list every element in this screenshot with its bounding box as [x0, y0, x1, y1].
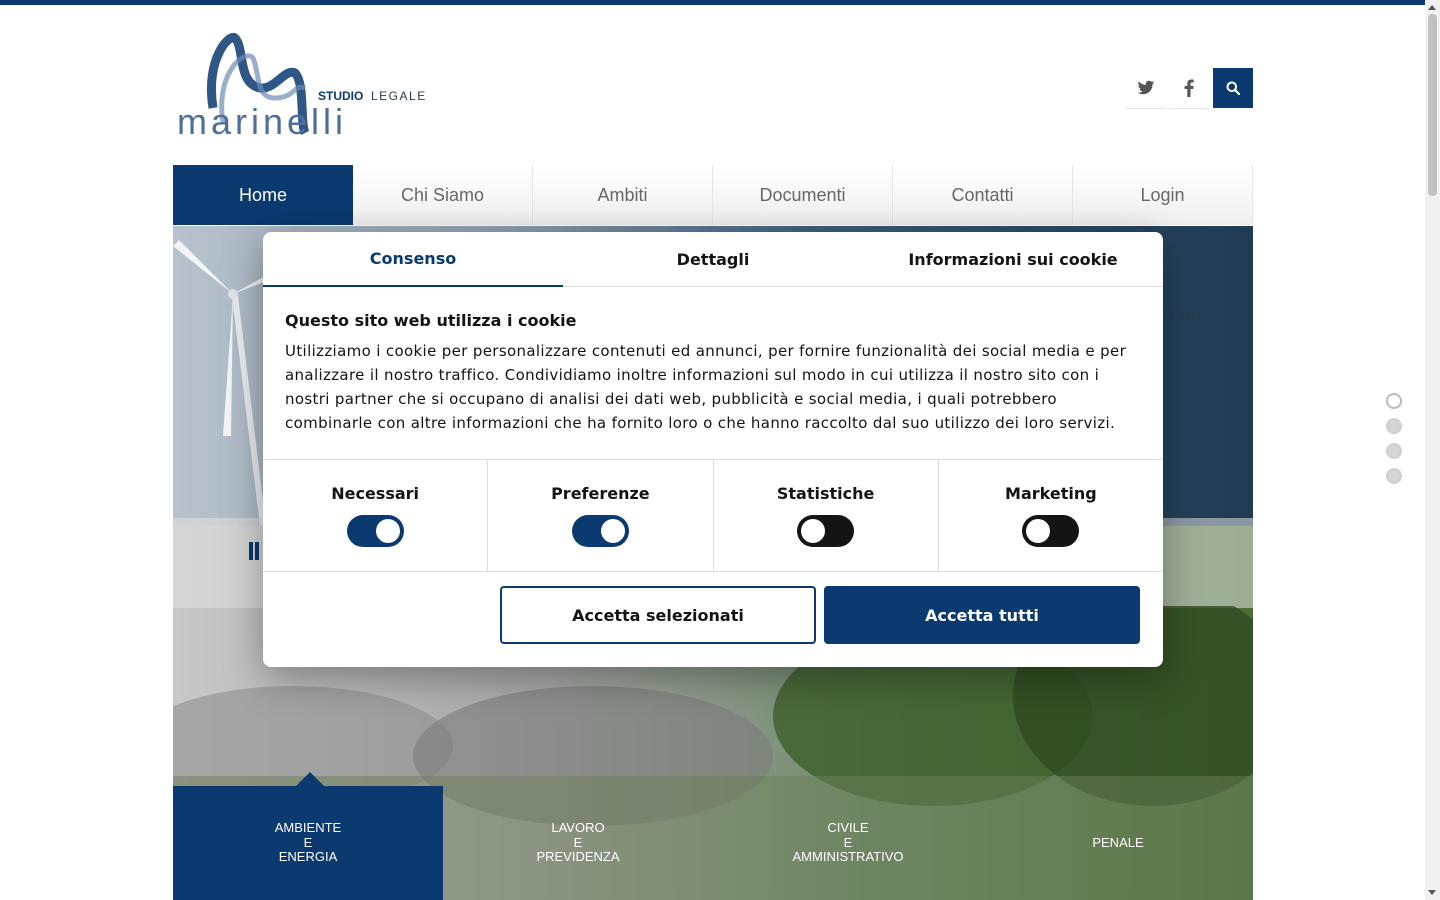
- nav-item-contatti[interactable]: Contatti: [893, 165, 1073, 225]
- facebook-icon: [1184, 79, 1194, 97]
- main-nav: Home Chi Siamo Ambiti Documenti Contatti…: [173, 165, 1253, 225]
- category-tab-ambiente[interactable]: AMBIENTE E ENERGIA: [173, 786, 443, 900]
- toggle-cell-necessari: Necessari: [263, 460, 489, 571]
- category-tab-penale[interactable]: PENALE: [983, 786, 1253, 900]
- cookie-description: Utilizziamo i cookie per personalizzare …: [285, 342, 1127, 432]
- logo-name-text: marinelli: [177, 101, 347, 142]
- toggle-statistiche[interactable]: [797, 515, 855, 547]
- search-button[interactable]: [1213, 68, 1253, 108]
- nav-item-chi-siamo[interactable]: Chi Siamo: [353, 165, 533, 225]
- slider-dot-4[interactable]: [1386, 468, 1402, 484]
- accept-all-button[interactable]: Accetta tutti: [824, 586, 1140, 644]
- tab-consenso[interactable]: Consenso: [263, 232, 563, 287]
- toggle-marketing[interactable]: [1022, 515, 1080, 547]
- toggle-preferenze[interactable]: [571, 515, 629, 547]
- hero-caption-mark: [249, 542, 253, 560]
- nav-item-login[interactable]: Login: [1073, 165, 1253, 225]
- scroll-down-arrow-icon[interactable]: [1428, 890, 1436, 895]
- twitter-icon: [1137, 80, 1155, 95]
- toggle-label-statistiche: Statistiche: [776, 484, 875, 503]
- slider-dot-1[interactable]: [1386, 393, 1402, 409]
- accept-selected-button[interactable]: Accetta selezionati: [500, 586, 816, 644]
- logo-legale-text: LEGALE: [371, 89, 427, 103]
- scrollbar-thumb[interactable]: [1428, 14, 1437, 196]
- tab-informazioni-cookie[interactable]: Informazioni sui cookie: [863, 232, 1163, 286]
- toggle-label-preferenze: Preferenze: [551, 484, 650, 503]
- toggle-label-necessari: Necessari: [331, 484, 420, 503]
- nav-item-ambiti[interactable]: Ambiti: [533, 165, 713, 225]
- hero-caption-mark-2: [255, 542, 259, 560]
- twitter-button[interactable]: [1126, 68, 1166, 109]
- search-icon: [1226, 81, 1240, 95]
- facebook-button[interactable]: [1169, 68, 1209, 109]
- toggle-cell-marketing: Marketing: [939, 460, 1163, 571]
- cookie-tabs: Consenso Dettagli Informazioni sui cooki…: [263, 232, 1163, 287]
- logo[interactable]: STUDIO LEGALE marinelli: [175, 28, 445, 148]
- tab-dettagli[interactable]: Dettagli: [563, 232, 863, 286]
- cookie-toggles: Necessari Preferenze Statistiche Marketi…: [263, 459, 1163, 572]
- cookie-consent-dialog: Consenso Dettagli Informazioni sui cooki…: [263, 232, 1163, 667]
- toggle-necessari[interactable]: [346, 515, 404, 547]
- page-scrollbar[interactable]: [1425, 0, 1440, 900]
- category-tab-lavoro[interactable]: LAVORO E PREVIDENZA: [443, 786, 713, 900]
- slider-dot-2[interactable]: [1386, 418, 1402, 434]
- scroll-up-arrow-icon[interactable]: [1428, 5, 1436, 10]
- nav-item-home[interactable]: Home: [173, 165, 353, 225]
- hero-watermark-text: LEGALE: [1163, 312, 1205, 322]
- slider-dot-3[interactable]: [1386, 443, 1402, 459]
- toggle-label-marketing: Marketing: [1005, 484, 1097, 503]
- category-tab-civile[interactable]: CIVILE E AMMINISTRATIVO: [713, 786, 983, 900]
- toggle-cell-preferenze: Preferenze: [488, 460, 714, 571]
- active-tab-arrow: [296, 772, 324, 786]
- cookie-title: Questo sito web utilizza i cookie: [285, 311, 577, 330]
- category-tabs: AMBIENTE E ENERGIA LAVORO E PREVIDENZA C…: [173, 786, 1253, 900]
- nav-item-documenti[interactable]: Documenti: [713, 165, 893, 225]
- toggle-cell-statistiche: Statistiche: [714, 460, 939, 571]
- top-accent-bar: [0, 0, 1425, 5]
